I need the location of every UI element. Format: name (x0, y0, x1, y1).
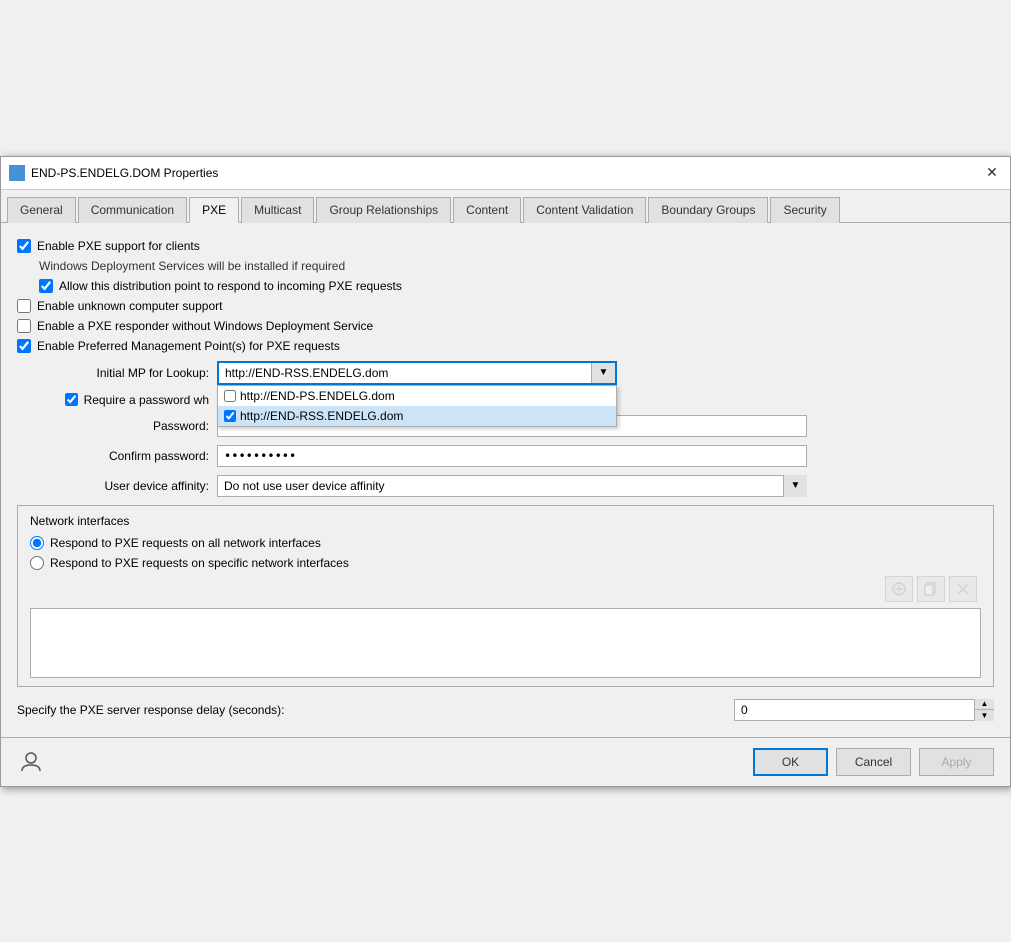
title-bar: END-PS.ENDELG.DOM Properties ✕ (1, 157, 1010, 190)
toolbar-row (30, 576, 981, 602)
wds-note: Windows Deployment Services will be inst… (39, 259, 994, 273)
enable-preferred-checkbox[interactable] (17, 339, 31, 353)
pxe-content: Enable PXE support for clients Windows D… (1, 223, 1010, 737)
enable-preferred-row: Enable Preferred Management Point(s) for… (17, 339, 994, 353)
bottom-left (17, 748, 45, 776)
confirm-password-label: Confirm password: (17, 449, 217, 463)
user-affinity-wrapper: Do not use user device affinity Allow us… (217, 475, 807, 497)
delay-down-button[interactable]: ▼ (975, 710, 994, 721)
bottom-bar: OK Cancel Apply (1, 737, 1010, 786)
delay-label: Specify the PXE server response delay (s… (17, 703, 734, 717)
option-1-label: http://END-PS.ENDELG.dom (240, 389, 395, 403)
initial-mp-display: http://END-RSS.ENDELG.dom ▼ (217, 361, 617, 385)
enable-unknown-row: Enable unknown computer support (17, 299, 994, 313)
add-button[interactable] (885, 576, 913, 602)
allow-incoming-checkbox[interactable] (39, 279, 53, 293)
window-title: END-PS.ENDELG.DOM Properties (31, 166, 218, 180)
user-affinity-row: User device affinity: Do not use user de… (17, 475, 994, 497)
require-password-label: Require a password wh (84, 393, 209, 407)
cancel-button[interactable]: Cancel (836, 748, 911, 776)
initial-mp-value: http://END-RSS.ENDELG.dom (219, 363, 591, 383)
network-list-box[interactable] (30, 608, 981, 678)
enable-pxe-checkbox[interactable] (17, 239, 31, 253)
delay-input-wrapper: ▲ ▼ (734, 699, 994, 721)
enable-unknown-label: Enable unknown computer support (37, 299, 222, 313)
delay-input[interactable] (734, 699, 994, 721)
initial-mp-option-1[interactable]: http://END-PS.ENDELG.dom (218, 386, 616, 406)
initial-mp-dropdown-list: http://END-PS.ENDELG.dom http://END-RSS.… (217, 385, 617, 427)
option-2-label: http://END-RSS.ENDELG.dom (240, 409, 403, 423)
enable-responder-label: Enable a PXE responder without Windows D… (37, 319, 373, 333)
ok-button[interactable]: OK (753, 748, 828, 776)
tab-boundary-groups[interactable]: Boundary Groups (648, 197, 768, 223)
allow-incoming-label: Allow this distribution point to respond… (59, 279, 402, 293)
confirm-password-row: Confirm password: (17, 445, 994, 467)
option-2-checkbox[interactable] (224, 410, 236, 422)
enable-pxe-label: Enable PXE support for clients (37, 239, 200, 253)
network-interfaces-title: Network interfaces (30, 514, 981, 528)
title-bar-left: END-PS.ENDELG.DOM Properties (9, 165, 218, 181)
bottom-buttons: OK Cancel Apply (753, 748, 994, 776)
user-affinity-select[interactable]: Do not use user device affinity Allow us… (217, 475, 807, 497)
initial-mp-option-2[interactable]: http://END-RSS.ENDELG.dom (218, 406, 616, 426)
require-password-checkbox[interactable] (65, 393, 78, 406)
copy-button[interactable] (917, 576, 945, 602)
properties-window: END-PS.ENDELG.DOM Properties ✕ General C… (0, 156, 1011, 787)
tab-pxe[interactable]: PXE (189, 197, 239, 223)
require-password-left: Require a password wh (17, 393, 217, 407)
window-icon (9, 165, 25, 181)
close-button[interactable]: ✕ (982, 163, 1002, 183)
enable-preferred-label: Enable Preferred Management Point(s) for… (37, 339, 340, 353)
initial-mp-dropdown-wrapper: http://END-RSS.ENDELG.dom ▼ http://END-P… (217, 361, 617, 385)
confirm-password-input[interactable] (217, 445, 807, 467)
network-interfaces-group: Network interfaces Respond to PXE reques… (17, 505, 994, 687)
initial-mp-arrow[interactable]: ▼ (591, 363, 615, 383)
delay-up-button[interactable]: ▲ (975, 699, 994, 711)
enable-pxe-row: Enable PXE support for clients (17, 239, 994, 253)
radio-specific-label: Respond to PXE requests on specific netw… (50, 556, 349, 570)
tabs-bar: General Communication PXE Multicast Grou… (1, 190, 1010, 223)
user-affinity-label: User device affinity: (17, 479, 217, 493)
allow-incoming-row: Allow this distribution point to respond… (39, 279, 994, 293)
initial-mp-label: Initial MP for Lookup: (17, 366, 217, 380)
delay-row: Specify the PXE server response delay (s… (17, 699, 994, 721)
radio-specific-interfaces[interactable] (30, 556, 44, 570)
user-icon (17, 748, 45, 776)
enable-responder-row: Enable a PXE responder without Windows D… (17, 319, 994, 333)
tab-communication[interactable]: Communication (78, 197, 187, 223)
enable-unknown-checkbox[interactable] (17, 299, 31, 313)
apply-button[interactable]: Apply (919, 748, 994, 776)
radio-specific-row: Respond to PXE requests on specific netw… (30, 556, 981, 570)
tab-general[interactable]: General (7, 197, 76, 223)
tab-multicast[interactable]: Multicast (241, 197, 314, 223)
radio-all-interfaces[interactable] (30, 536, 44, 550)
tab-security[interactable]: Security (770, 197, 839, 223)
radio-all-label: Respond to PXE requests on all network i… (50, 536, 321, 550)
initial-mp-row: Initial MP for Lookup: http://END-RSS.EN… (17, 361, 994, 385)
password-label: Password: (17, 419, 217, 433)
enable-responder-checkbox[interactable] (17, 319, 31, 333)
tab-content-validation[interactable]: Content Validation (523, 197, 646, 223)
delete-button[interactable] (949, 576, 977, 602)
tab-content[interactable]: Content (453, 197, 521, 223)
option-1-checkbox[interactable] (224, 390, 236, 402)
radio-all-row: Respond to PXE requests on all network i… (30, 536, 981, 550)
delay-spinner: ▲ ▼ (974, 699, 994, 721)
tab-group-relationships[interactable]: Group Relationships (316, 197, 451, 223)
